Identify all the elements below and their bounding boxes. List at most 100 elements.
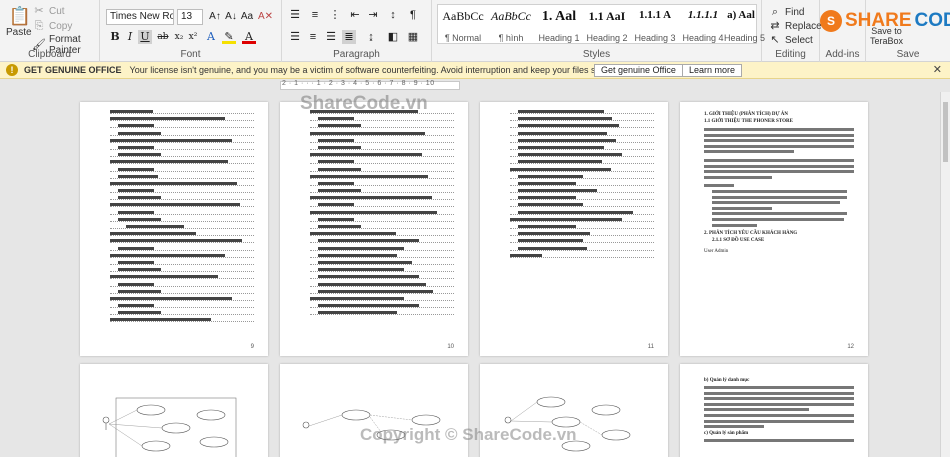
- font-size-select[interactable]: 13: [177, 9, 203, 25]
- subscript-icon[interactable]: x₂: [172, 30, 186, 44]
- toc-line: [310, 117, 454, 122]
- highlight-icon[interactable]: ✎: [222, 30, 236, 44]
- toc-line: [310, 124, 454, 129]
- subsection-heading: c) Quản lý sản phẩm: [704, 431, 749, 437]
- toc-line: [310, 153, 454, 158]
- style-heading-5[interactable]: a) Aal Heading 5: [724, 5, 765, 45]
- toc-line: [310, 160, 454, 165]
- text-line: [704, 164, 854, 168]
- find-button[interactable]: ⌕ Find: [768, 5, 805, 19]
- toc-line: [310, 189, 454, 194]
- document-area[interactable]: 9 10 11 1. GIỚI THIỆU (PHÂN TÍCH) DỰ ÁN …: [0, 92, 950, 457]
- toc-line: [110, 225, 254, 229]
- underline-icon[interactable]: U: [138, 30, 152, 44]
- replace-button[interactable]: ⇄ Replace: [768, 19, 821, 33]
- toc-line: [510, 131, 654, 136]
- align-center-icon[interactable]: ≡: [306, 30, 320, 44]
- toc-block: [310, 110, 454, 318]
- get-genuine-office-button[interactable]: Get genuine Office: [594, 64, 683, 77]
- bullets-icon[interactable]: ☰: [288, 8, 302, 22]
- justify-icon[interactable]: ≣: [342, 30, 356, 44]
- align-left-icon[interactable]: ☰: [288, 30, 302, 44]
- editing-label: Editing: [775, 49, 806, 60]
- toc-line: [510, 189, 654, 194]
- increase-indent-icon[interactable]: ⇥: [366, 8, 380, 22]
- toc-line: [510, 246, 654, 251]
- toc-line: [310, 253, 454, 258]
- sort-icon[interactable]: ↕: [386, 8, 400, 22]
- style-heading-3[interactable]: 1.1.1 A Heading 3: [630, 5, 680, 45]
- learn-more-button[interactable]: Learn more: [682, 64, 743, 77]
- page-number: 12: [847, 344, 854, 350]
- bold-icon[interactable]: B: [108, 30, 122, 44]
- subsection-heading: b) Quản lý danh mục: [704, 378, 750, 383]
- text-line: [704, 150, 794, 154]
- page-thumbnail[interactable]: 11: [480, 102, 668, 356]
- text-line: [704, 158, 854, 162]
- toc-line: [110, 260, 254, 265]
- paste-button[interactable]: 📋 Paste: [6, 6, 32, 38]
- superscript-icon[interactable]: x²: [186, 30, 200, 44]
- style-heading-1[interactable]: 1. Aal Heading 1: [534, 5, 584, 45]
- decrease-indent-icon[interactable]: ⇤: [348, 8, 362, 22]
- cut-button[interactable]: ✂ Cut: [32, 4, 64, 18]
- sharecode-logo: S SHARECODE.vn: [820, 10, 950, 32]
- font-family-select[interactable]: Times New Roman: [106, 9, 174, 25]
- addins-label: Add-ins: [825, 49, 860, 60]
- text-line: [704, 144, 854, 148]
- text-effects-icon[interactable]: A: [204, 30, 218, 44]
- text-line: [712, 206, 772, 210]
- page-thumbnail[interactable]: [80, 364, 268, 457]
- select-button[interactable]: ↖ Select: [768, 33, 812, 47]
- font-label: Font: [180, 49, 201, 60]
- multilevel-list-icon[interactable]: ⋮: [328, 8, 342, 22]
- toc-line: [510, 153, 654, 158]
- style-heading-2[interactable]: 1.1 AaI Heading 2: [582, 5, 632, 45]
- toc-line: [110, 110, 254, 114]
- change-case-icon[interactable]: Aa: [240, 10, 254, 24]
- line-spacing-icon[interactable]: ↨: [364, 30, 378, 44]
- toc-line: [310, 268, 454, 273]
- toc-line: [110, 131, 254, 136]
- toc-line: [310, 217, 454, 222]
- text-line: [704, 175, 772, 179]
- toc-line: [110, 210, 254, 215]
- toc-line: [310, 311, 454, 316]
- toc-line: [110, 253, 254, 258]
- toc-line: [310, 131, 454, 136]
- text-line: [704, 133, 854, 137]
- show-marks-icon[interactable]: ¶: [406, 8, 420, 22]
- close-icon[interactable]: ✕: [933, 63, 942, 76]
- grow-font-icon[interactable]: A↑: [208, 10, 222, 24]
- page-thumbnail[interactable]: 9: [80, 102, 268, 356]
- copy-button[interactable]: ⎘ Copy: [32, 19, 73, 33]
- style-normal[interactable]: AaBbCc ¶ Normal: [438, 5, 488, 45]
- strikethrough-icon[interactable]: ab: [156, 30, 170, 44]
- toc-line: [510, 203, 654, 208]
- scrollbar-thumb[interactable]: [943, 102, 948, 162]
- page-thumbnail[interactable]: 1. GIỚI THIỆU (PHÂN TÍCH) DỰ ÁN 1.1 GIỚI…: [680, 102, 868, 356]
- page-thumbnail[interactable]: b) Quản lý danh mục c) Quản lý sản phẩm: [680, 364, 868, 457]
- borders-icon[interactable]: ▦: [406, 30, 420, 44]
- style-heading-4[interactable]: 1.1.1.1 Heading 4: [678, 5, 728, 45]
- toc-line: [110, 282, 254, 287]
- horizontal-ruler[interactable]: 2 · 1 · · · 1 · 2 · 3 · 4 · 5 · 6 · 7 · …: [0, 80, 950, 92]
- numbering-icon[interactable]: ≡: [308, 8, 322, 22]
- toc-line: [510, 167, 654, 172]
- align-right-icon[interactable]: ☰: [324, 30, 338, 44]
- toc-line: [310, 246, 454, 251]
- text-line: [704, 139, 854, 143]
- style-hinh[interactable]: AaBbCc ¶ hình: [486, 5, 536, 45]
- shading-icon[interactable]: ◧: [386, 30, 400, 44]
- editing-group: ⌕ Find ⇄ Replace ↖ Select Editing: [762, 0, 822, 62]
- page-thumbnail[interactable]: 10: [280, 102, 468, 356]
- vertical-scrollbar[interactable]: [940, 92, 950, 457]
- clipboard-label: Clipboard: [28, 49, 71, 60]
- toc-line: [510, 232, 654, 237]
- clear-formatting-icon[interactable]: A✕: [258, 10, 273, 24]
- shrink-font-icon[interactable]: A↓: [224, 10, 238, 24]
- subsection-heading: 1.1 GIỚI THIỆU THE PHONER STORE: [704, 119, 793, 124]
- italic-icon[interactable]: I: [123, 30, 137, 44]
- toc-line: [110, 174, 254, 179]
- font-color-icon[interactable]: A: [242, 30, 256, 44]
